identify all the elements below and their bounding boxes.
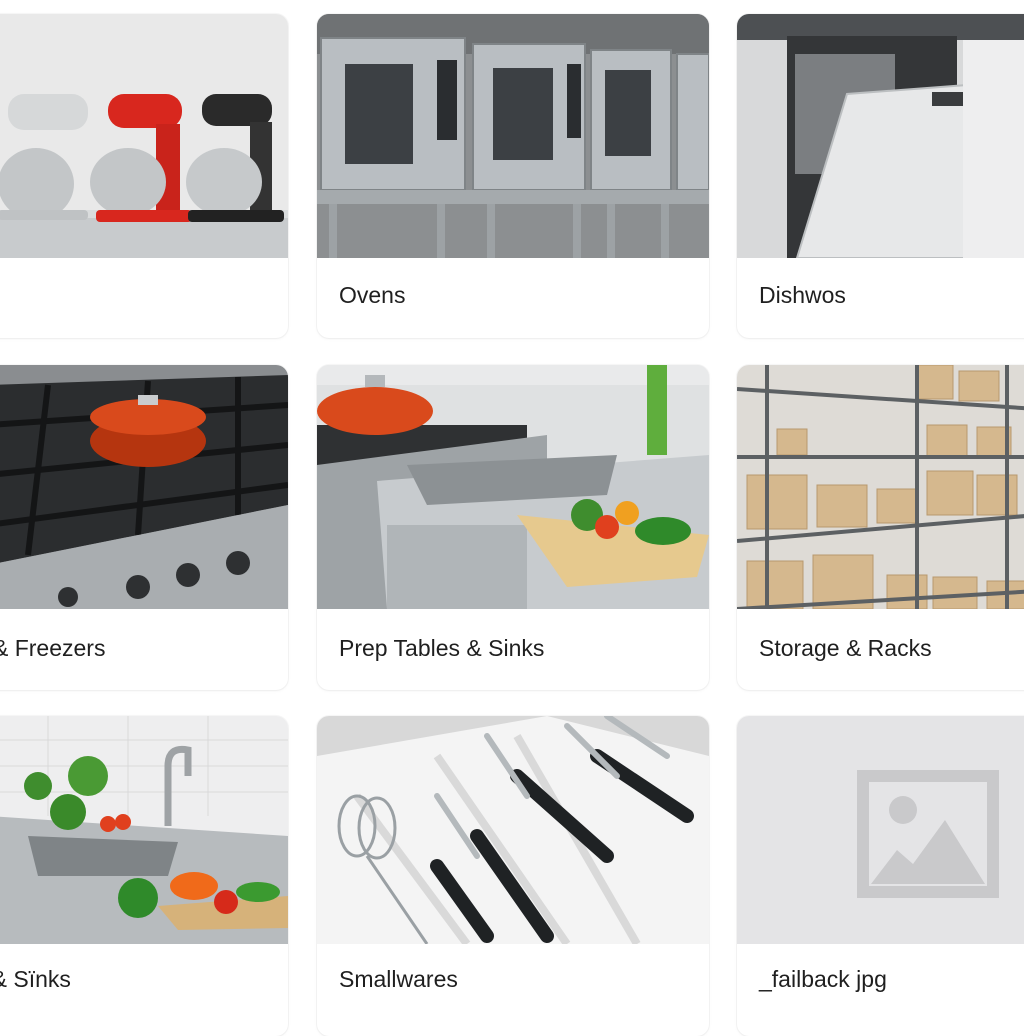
dishwasher-image xyxy=(737,14,1024,258)
category-label: es & Sїnks xyxy=(0,966,71,992)
category-card-mixers[interactable] xyxy=(0,14,288,338)
gas-range-image xyxy=(0,365,288,609)
convection-ovens-image xyxy=(317,14,709,258)
category-label: _failback jpg xyxy=(759,966,887,992)
category-card-refrigeration[interactable]: ge & Freezers xyxy=(0,365,288,690)
stand-mixers-image xyxy=(0,14,288,258)
category-label: Smallwares xyxy=(339,966,458,992)
category-card-fallback[interactable]: _failback jpg xyxy=(737,716,1024,1036)
category-card-smallwares[interactable]: Smallwares xyxy=(317,716,709,1036)
storage-shelving-image xyxy=(737,365,1024,609)
sink-with-vegetables-image xyxy=(0,716,288,944)
prep-table-sink-image xyxy=(317,365,709,609)
category-card-sinks[interactable]: es & Sїnks xyxy=(0,716,288,1036)
category-card-prep-tables[interactable]: Prep Tables & Sinks xyxy=(317,365,709,690)
category-label: Dishwos xyxy=(759,282,846,308)
category-card-ovens[interactable]: Ovens xyxy=(317,14,709,338)
category-label: Prep Tables & Sinks xyxy=(339,635,545,661)
category-label: Storage & Racks xyxy=(759,635,932,661)
category-card-dishwashers[interactable]: Dishwos xyxy=(737,14,1024,338)
category-card-storage[interactable]: Storage & Racks xyxy=(737,365,1024,690)
category-label: ge & Freezers xyxy=(0,635,106,661)
utensil-drawer-image xyxy=(317,716,709,944)
category-label: Ovens xyxy=(339,282,406,308)
image-placeholder xyxy=(737,716,1024,944)
